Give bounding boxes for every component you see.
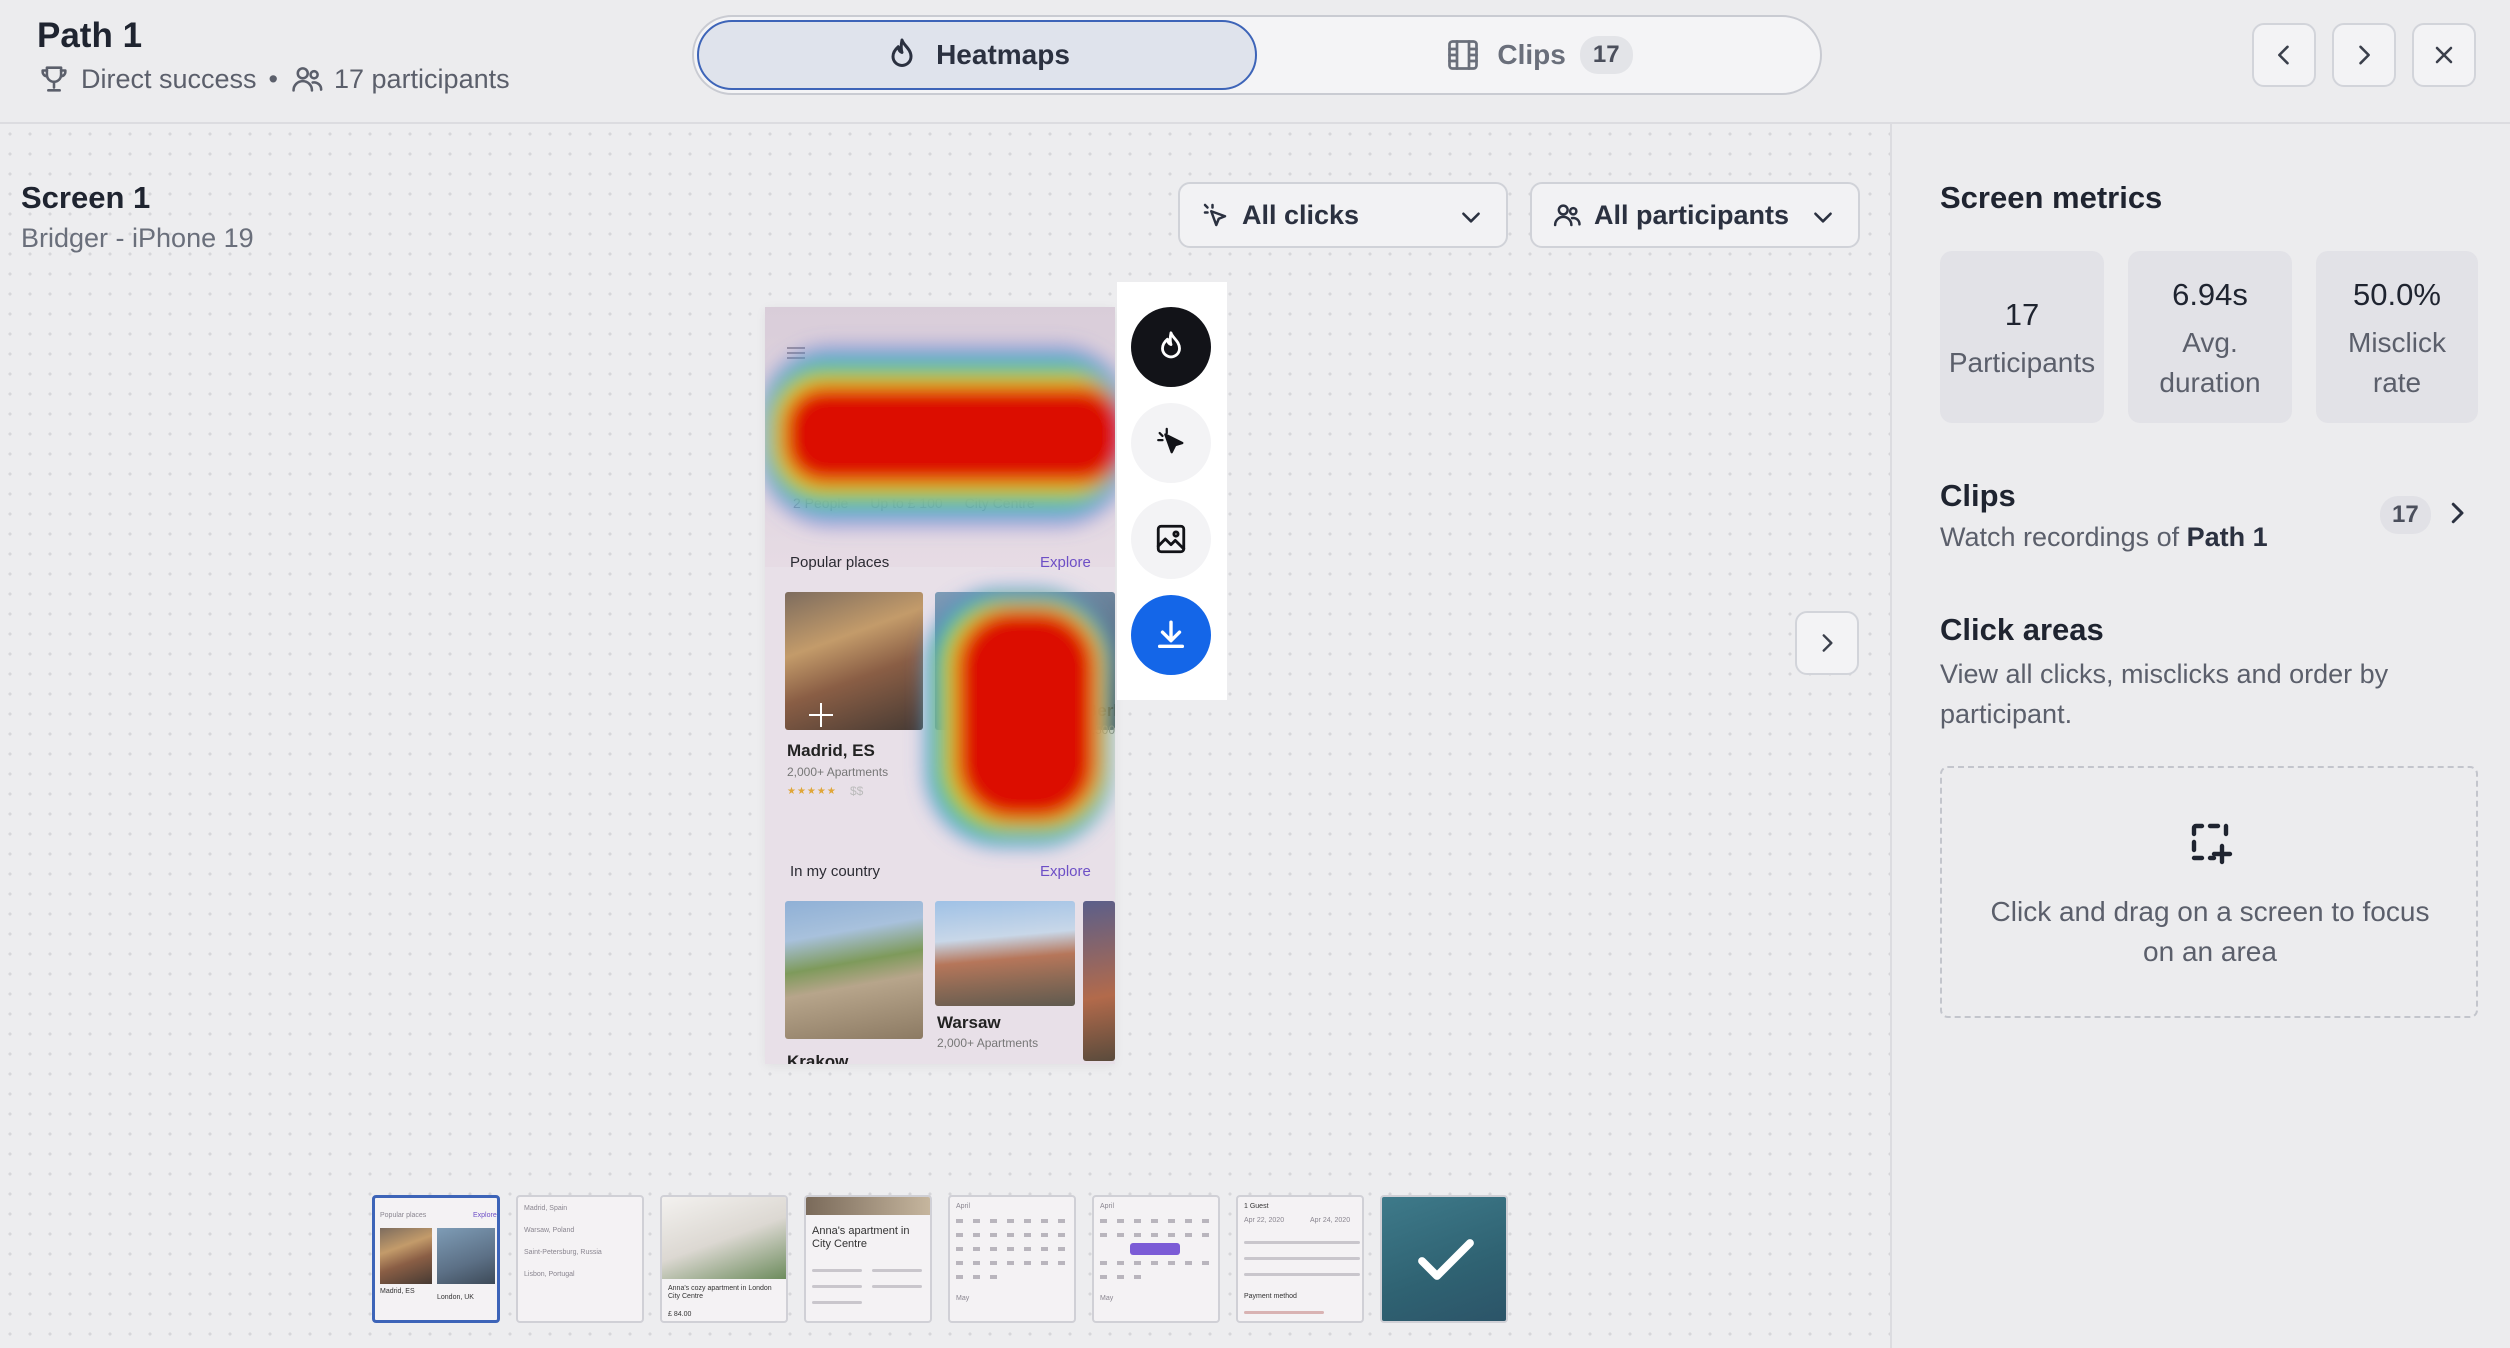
participants-label: 17 participants: [334, 63, 510, 94]
calendar-grid: [1100, 1219, 1209, 1279]
image-icon: [1156, 524, 1186, 554]
card-warsaw-sub: 2,000+ Apartments: [937, 1036, 1039, 1050]
metric-avg-duration: 6.94s Avg. duration: [2128, 251, 2292, 423]
dropzone-text: Click and drag on a screen to focus on a…: [1990, 896, 2430, 967]
previous-button[interactable]: [2252, 23, 2316, 87]
click-area-dropzone[interactable]: Click and drag on a screen to focus on a…: [1940, 766, 2478, 1018]
screen-subtitle: Bridger - iPhone 19: [21, 223, 254, 253]
metric-participants: 17 Participants: [1940, 251, 2104, 423]
card-krakow-name: Krakow: [787, 1052, 849, 1064]
click-areas-description: View all clicks, misclicks and order by …: [1940, 659, 2389, 729]
explore-link: Explore: [1040, 863, 1091, 880]
separator-dot: •: [268, 63, 278, 94]
clips-count-badge: 17: [2380, 496, 2431, 534]
tab-clips-label: Clips: [1497, 39, 1566, 70]
users-icon: [292, 67, 323, 92]
clicks-filter-dropdown[interactable]: All clicks: [1178, 182, 1508, 248]
users-icon: [1553, 204, 1581, 227]
heatmap-view-button[interactable]: [1131, 307, 1211, 387]
tab-heatmaps[interactable]: Heatmaps: [697, 20, 1257, 90]
calendar-grid: [956, 1219, 1065, 1279]
top-bar: Path 1 Direct success • 17 participants …: [0, 0, 2510, 124]
screen-preview[interactable]: 2 People Up to £ 100 City Centre Popular…: [765, 307, 1115, 1064]
rating-stars: ★★★★★: [787, 786, 837, 797]
screen-thumbnail-7[interactable]: 1 Guest Apr 22, 2020 Apr 24, 2020 Paymen…: [1236, 1195, 1364, 1323]
download-button[interactable]: [1131, 595, 1211, 675]
screen-thumbnail-2[interactable]: Madrid, Spain Warsaw, Poland Saint-Peter…: [516, 1195, 644, 1323]
section-popular-places: Popular places: [790, 554, 890, 571]
filter-price: Up to £ 100: [870, 495, 943, 511]
film-icon: [1448, 40, 1479, 70]
screen-title: Screen 1: [21, 180, 151, 215]
cursor-click-icon: [1203, 203, 1227, 227]
participants-filter-dropdown[interactable]: All participants: [1530, 182, 1860, 248]
filter-location: City Centre: [964, 495, 1035, 511]
chevron-down-icon: [1814, 212, 1832, 223]
card-madrid-name: Madrid, ES: [787, 741, 875, 760]
chevron-right-icon: [1822, 634, 1833, 652]
tab-clips[interactable]: Clips 17: [1259, 20, 1819, 90]
section-in-my-country: In my country: [790, 863, 881, 880]
clips-description: Watch recordings of Path 1: [1940, 522, 2268, 552]
result-label: Direct success: [81, 63, 257, 94]
card-berlin-name: Berl: [1085, 701, 1115, 720]
next-city-image: [1083, 901, 1115, 1061]
checkmark-icon: [1418, 1239, 1474, 1280]
search-filters: 2 People Up to £ 100 City Centre: [793, 495, 1035, 511]
chevron-right-icon: [2359, 45, 2370, 65]
card-madrid-price: $$: [850, 784, 864, 798]
card-berlin-sub: 1,500: [1085, 723, 1115, 737]
click-areas-title: Click areas: [1940, 612, 2104, 647]
hamburger-menu-icon: [787, 347, 805, 359]
flame-icon: [891, 38, 913, 67]
close-icon: [2435, 46, 2453, 64]
page-title: Path 1: [37, 16, 143, 55]
screen-thumbnail-8[interactable]: [1380, 1195, 1508, 1323]
screen-thumbnail-1[interactable]: Popular places Explore Madrid, ES London…: [372, 1195, 500, 1323]
path-meta: Direct success • 17 participants: [37, 62, 510, 96]
participants-filter-label: All participants: [1594, 199, 1790, 230]
madrid-image: [785, 592, 923, 730]
chevron-right-icon[interactable]: [2442, 498, 2472, 528]
crosshair-icon: [809, 703, 833, 727]
heatmap-canvas[interactable]: Screen 1 Bridger - iPhone 19 All clicks …: [0, 124, 1890, 1348]
clips-title[interactable]: Clips: [1940, 478, 2016, 514]
screen-thumbnail-5[interactable]: April May: [948, 1195, 1076, 1323]
metric-misclick-rate: 50.0% Misclick rate: [2316, 251, 2478, 423]
clips-count-badge: 17: [1579, 36, 1633, 74]
warsaw-image: [935, 901, 1075, 1006]
heatmap-toolbar: [1117, 282, 1227, 700]
chevron-down-icon: [1462, 212, 1480, 223]
filter-people: 2 People: [793, 495, 849, 511]
card-madrid-sub: 2,000+ Apartments: [787, 765, 889, 779]
tab-heatmaps-label: Heatmaps: [936, 39, 1070, 70]
clickmap-view-button[interactable]: [1131, 403, 1211, 483]
clicks-filter-label: All clicks: [1242, 199, 1360, 230]
screen-thumbnail-3[interactable]: Anna's cozy apartment in London City Cen…: [660, 1195, 788, 1323]
next-screen-button[interactable]: [1795, 611, 1859, 675]
krakow-image: [785, 901, 923, 1039]
image-view-button[interactable]: [1131, 499, 1211, 579]
chevron-left-icon: [2278, 45, 2289, 65]
card-warsaw-name: Warsaw: [937, 1013, 1001, 1032]
flame-icon: [1161, 331, 1181, 359]
metrics-panel: Screen metrics 17 Participants 6.94s Avg…: [1890, 124, 2510, 1348]
download-icon: [1157, 620, 1185, 649]
view-switcher: Heatmaps Clips 17: [692, 15, 1822, 95]
close-button[interactable]: [2412, 23, 2476, 87]
cursor-click-icon: [1157, 427, 1184, 454]
next-button[interactable]: [2332, 23, 2396, 87]
screen-metrics-title: Screen metrics: [1940, 180, 2163, 215]
screen-thumbnail-6[interactable]: April May: [1092, 1195, 1220, 1323]
select-area-icon: [2191, 823, 2233, 865]
screen-thumbnail-4[interactable]: Anna's apartment in City Centre: [804, 1195, 932, 1323]
trophy-icon: [41, 66, 67, 92]
explore-link: Explore: [1040, 554, 1091, 571]
